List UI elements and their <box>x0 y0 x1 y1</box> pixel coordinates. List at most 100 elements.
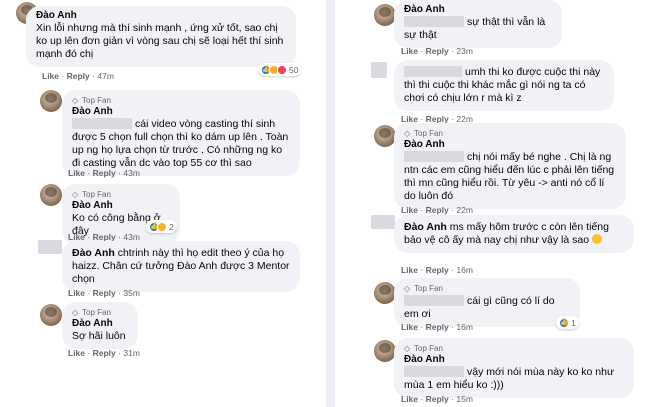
top-fan-badge: ◇ Top Fan <box>404 343 443 353</box>
reply-link[interactable]: Reply <box>93 168 116 178</box>
comment-author[interactable]: Đào Anh <box>404 354 624 366</box>
avatar[interactable] <box>40 90 62 112</box>
panel-divider <box>326 0 335 407</box>
timestamp[interactable]: 35m <box>123 288 140 298</box>
reply-link[interactable]: Reply <box>426 322 449 332</box>
reply-link[interactable]: Reply <box>426 46 449 56</box>
reaction-count: 1 <box>571 317 576 328</box>
reaction-count: 50 <box>289 64 299 75</box>
reaction-count: 2 <box>169 221 174 232</box>
reply-link[interactable]: Reply <box>67 71 90 81</box>
timestamp[interactable]: 47m <box>97 71 114 81</box>
comment-meta: Like · Reply · 16m <box>401 322 473 332</box>
comment-text: chị nói mấy bé nghe . Chị là ng ntn các … <box>404 151 615 202</box>
reaction-summary[interactable]: 👍 50 <box>258 63 302 76</box>
like-link[interactable]: Like <box>401 46 418 56</box>
diamond-icon: ◇ <box>72 189 79 199</box>
redacted-name <box>404 16 464 27</box>
comment-author[interactable]: Đào Anh <box>404 4 552 16</box>
top-fan-badge: ◇ Top Fan <box>72 189 111 199</box>
comment-text: cái video vòng casting thí sinh được 5 c… <box>72 118 289 169</box>
comment-bubble: ◇ Top Fan Đào Anh cái video vòng casting … <box>62 90 300 176</box>
like-link[interactable]: Like <box>401 322 418 332</box>
comment-meta: Like · Reply · 43m <box>68 168 140 178</box>
comment-text: vậy mới nói mùa này ko ko như mùa 1 em h… <box>404 366 614 391</box>
comment-meta: Like · Reply · 47m <box>42 71 114 81</box>
comment-author[interactable]: Đào Anh <box>404 139 616 151</box>
redacted-name <box>404 295 464 306</box>
comment-author[interactable]: Đào Anh <box>72 247 115 259</box>
diamond-icon: ◇ <box>72 307 79 317</box>
comment-text: umh thi ko được cuộc thi này thì thi cuộ… <box>404 66 601 104</box>
timestamp[interactable]: 22m <box>456 205 473 215</box>
redacted-name <box>404 366 464 377</box>
like-link[interactable]: Like <box>68 168 85 178</box>
like-link[interactable]: Like <box>401 394 418 404</box>
comment-bubble: ◇ Top Fan Đào Anh Sợ hãi luôn <box>62 302 138 349</box>
comment-text: Đào Anh ms mấy hôm trước c còn lên tiếng… <box>404 221 609 246</box>
top-fan-badge: ◇ Top Fan <box>72 307 111 317</box>
comment-meta: Like · Reply · 31m <box>68 348 140 358</box>
like-link[interactable]: Like <box>401 265 418 275</box>
haha-reaction-icon <box>157 221 167 232</box>
comment-text: Sợ hãi luôn <box>72 330 126 342</box>
top-fan-badge: ◇ Top Fan <box>404 128 443 138</box>
diamond-icon: ◇ <box>72 95 79 105</box>
love-reaction-icon <box>277 64 287 75</box>
comment-author[interactable]: Đào Anh <box>72 106 290 118</box>
comment-text: Đào Anh chtrinh này thì họ edit theo ý c… <box>72 247 290 285</box>
redacted-name <box>72 118 132 129</box>
avatar[interactable] <box>371 215 395 229</box>
top-fan-badge: ◇ Top Fan <box>404 283 443 293</box>
reply-link[interactable]: Reply <box>426 265 449 275</box>
comment-meta: Like · Reply · 15m <box>401 394 473 404</box>
comment-author[interactable]: Đào Anh <box>72 200 170 212</box>
diamond-icon: ◇ <box>404 128 411 138</box>
reply-link[interactable]: Reply <box>93 348 116 358</box>
redacted-name <box>404 151 464 162</box>
diamond-icon: ◇ <box>404 283 411 293</box>
diamond-icon: ◇ <box>404 343 411 353</box>
avatar[interactable] <box>40 184 62 206</box>
comment-author[interactable]: Đào Anh <box>36 10 286 22</box>
timestamp[interactable]: 16m <box>456 265 473 275</box>
comment-text: sự thật thì vẫn là sự thật <box>404 16 546 41</box>
timestamp[interactable]: 43m <box>123 168 140 178</box>
reply-link[interactable]: Reply <box>93 288 116 298</box>
avatar[interactable] <box>40 304 62 326</box>
comment-author[interactable]: Đào Anh <box>404 221 447 233</box>
like-link[interactable]: Like <box>401 205 418 215</box>
avatar[interactable] <box>374 125 396 147</box>
reply-link[interactable]: Reply <box>426 394 449 404</box>
comment-bubble: ◇ Top Fan Đào Anh chị nói mấy bé nghe . C… <box>394 123 626 209</box>
comment-bubble: ◇ Top Fan cái gì cũng có lí do em ơi <box>394 278 580 327</box>
comment-author[interactable]: Đào Anh <box>72 318 128 330</box>
avatar[interactable] <box>374 282 396 304</box>
comment-text: Xin lỗi nhưng mà thí sinh mạnh , ứng xử … <box>36 22 284 60</box>
comment-bubble: Đào Anh sự thật thì vẫn là sự thật <box>394 0 562 48</box>
comment-bubble: Đào Anh ms mấy hôm trước c còn lên tiếng… <box>394 215 634 253</box>
comment-meta: Like · Reply · 16m <box>401 265 473 275</box>
timestamp[interactable]: 31m <box>123 348 140 358</box>
reaction-summary[interactable]: 👍 1 <box>556 316 579 329</box>
comments-panel-left: Đào Anh Xin lỗi nhưng mà thí sinh mạnh ,… <box>0 0 323 407</box>
avatar[interactable] <box>374 4 396 26</box>
avatar[interactable] <box>374 340 396 362</box>
like-reaction-icon: 👍 <box>559 317 569 328</box>
like-link[interactable]: Like <box>68 348 85 358</box>
timestamp[interactable]: 16m <box>456 322 473 332</box>
comment-meta: Like · Reply · 22m <box>401 205 473 215</box>
comment-bubble: umh thi ko được cuộc thi này thì thi cuộ… <box>394 60 614 111</box>
comment-meta: Like · Reply · 35m <box>68 288 140 298</box>
like-link[interactable]: Like <box>68 288 85 298</box>
reaction-summary[interactable]: 👍 2 <box>146 220 177 233</box>
comments-panel-right: Đào Anh sự thật thì vẫn là sự thật Like … <box>338 0 660 407</box>
avatar[interactable] <box>38 240 62 254</box>
comment-bubble: Đào Anh chtrinh này thì họ edit theo ý c… <box>62 241 300 292</box>
like-link[interactable]: Like <box>42 71 59 81</box>
timestamp[interactable]: 15m <box>456 394 473 404</box>
timestamp[interactable]: 23m <box>456 46 473 56</box>
comment-text: cái gì cũng có lí do em ơi <box>404 295 555 320</box>
reply-link[interactable]: Reply <box>426 205 449 215</box>
avatar[interactable] <box>371 62 387 78</box>
